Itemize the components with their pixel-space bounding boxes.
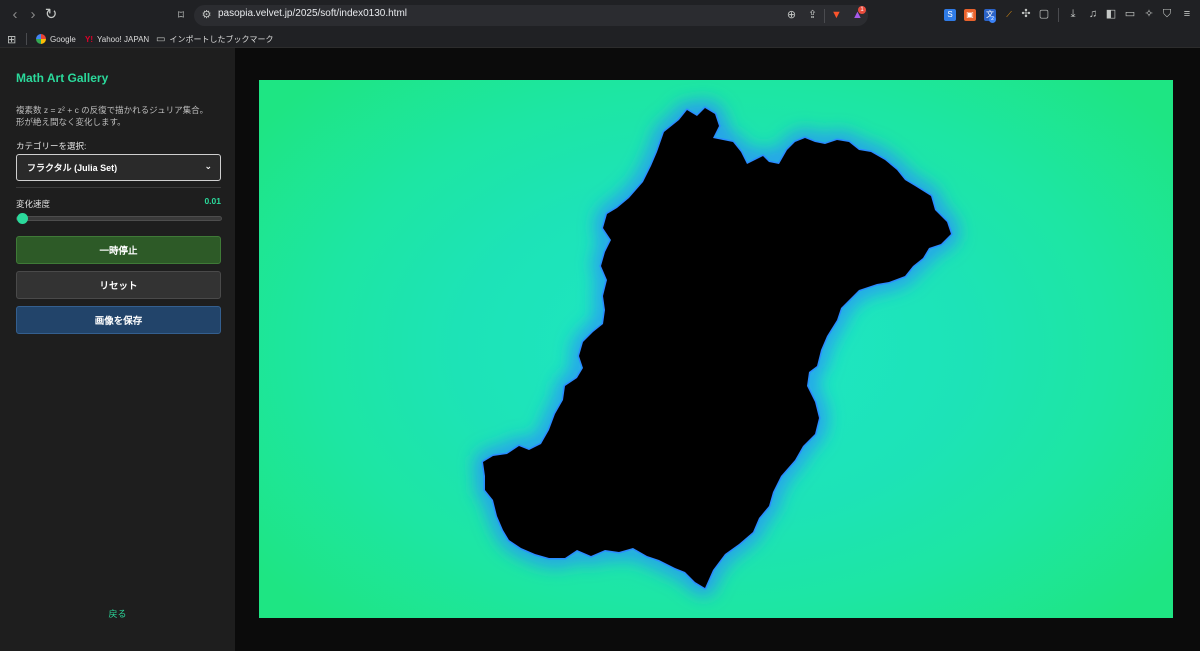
url-text[interactable]: pasopia.velvet.jp/2025/soft/index0130.ht… xyxy=(218,8,407,19)
bookmark-icon[interactable]: ⌑ xyxy=(172,6,190,24)
speed-slider-track[interactable] xyxy=(16,216,222,221)
wallet-icon[interactable]: ▭ xyxy=(1123,7,1137,21)
shield-icon[interactable]: ⛉ xyxy=(1160,7,1174,21)
folder-icon: ▭ xyxy=(156,33,166,45)
extension-s-icon[interactable]: S xyxy=(944,9,956,21)
bookmark-yahoo[interactable]: Y! Yahoo! JAPAN xyxy=(85,32,149,46)
fractal-canvas[interactable] xyxy=(259,80,1173,618)
category-label: カテゴリーを選択: xyxy=(16,141,87,151)
address-bar[interactable]: ⚙ pasopia.velvet.jp/2025/soft/index0130.… xyxy=(194,5,868,26)
google-icon xyxy=(36,34,46,44)
apps-grid-icon[interactable]: ⊞ xyxy=(7,32,16,46)
speed-slider-thumb[interactable] xyxy=(17,213,28,224)
tune-icon[interactable]: ⚙ xyxy=(200,9,213,22)
screenshot-icon[interactable]: ▢ xyxy=(1037,7,1051,21)
separator xyxy=(824,9,825,23)
extension-a-icon[interactable]: ⟋ xyxy=(1003,9,1015,21)
back-arrow-icon[interactable]: ‹ xyxy=(6,6,24,24)
extension-badge: 2 xyxy=(989,16,996,23)
music-note-icon[interactable]: ♫ xyxy=(1086,7,1100,21)
reset-button[interactable]: リセット xyxy=(16,271,221,299)
zoom-icon[interactable]: ⊕ xyxy=(785,9,798,22)
separator xyxy=(1058,8,1059,22)
bookmark-folder[interactable]: ▭ インポートしたブックマーク xyxy=(156,32,273,46)
julia-set-image xyxy=(476,101,958,595)
menu-icon[interactable]: ≡ xyxy=(1180,7,1194,21)
description-line: 複素数 z = z² + c の反復で描かれるジュリア集合。 xyxy=(16,105,209,115)
category-selected-value: フラクタル (Julia Set) xyxy=(27,163,118,173)
category-select[interactable]: フラクタル (Julia Set) ⌄ xyxy=(16,154,221,181)
divider xyxy=(16,187,221,188)
browser-toolbar: ‹ › ↻ ⌑ ⚙ pasopia.velvet.jp/2025/soft/in… xyxy=(0,0,1200,30)
speed-label: 変化速度 xyxy=(16,199,51,209)
bookmark-label: インポートしたブックマーク xyxy=(169,34,274,44)
description-line: 形が絶え間なく変化します。 xyxy=(16,117,126,127)
download-icon[interactable]: ⤓ xyxy=(1066,7,1080,21)
bookmark-google[interactable]: Google xyxy=(36,32,76,46)
separator xyxy=(26,33,27,45)
reload-icon[interactable]: ↻ xyxy=(42,6,60,24)
app-title: Math Art Gallery xyxy=(16,71,109,85)
bookmarks-bar: ⊞ Google Y! Yahoo! JAPAN ▭ インポートしたブックマーク xyxy=(0,30,1200,48)
sidebar-icon[interactable]: ◧ xyxy=(1104,7,1118,21)
bookmark-label: Google xyxy=(50,34,76,44)
julia-set-shape xyxy=(483,108,951,588)
share-icon[interactable]: ⇪ xyxy=(806,9,819,22)
speed-value: 0.01 xyxy=(204,196,221,206)
control-panel: Math Art Gallery 複素数 z = z² + c の反復で描かれる… xyxy=(0,48,235,651)
description: 複素数 z = z² + c の反復で描かれるジュリア集合。 形が絶え間なく変化… xyxy=(16,104,226,128)
yahoo-icon: Y! xyxy=(85,34,93,44)
leo-star-icon[interactable]: ✧ xyxy=(1142,7,1156,21)
brave-lion-icon[interactable]: ▼ xyxy=(830,9,843,22)
back-link[interactable]: 戻る xyxy=(0,607,235,620)
chevron-down-icon: ⌄ xyxy=(204,161,212,171)
save-image-button[interactable]: 画像を保存 xyxy=(16,306,221,334)
bookmark-label: Yahoo! JAPAN xyxy=(97,34,150,44)
extension-orange-icon[interactable]: ▣ xyxy=(964,9,976,21)
puzzle-extensions-icon[interactable]: ✣ xyxy=(1019,7,1033,21)
forward-arrow-icon[interactable]: › xyxy=(24,6,42,24)
pause-button[interactable]: 一時停止 xyxy=(16,236,221,264)
rewards-badge: 1 xyxy=(858,6,866,14)
